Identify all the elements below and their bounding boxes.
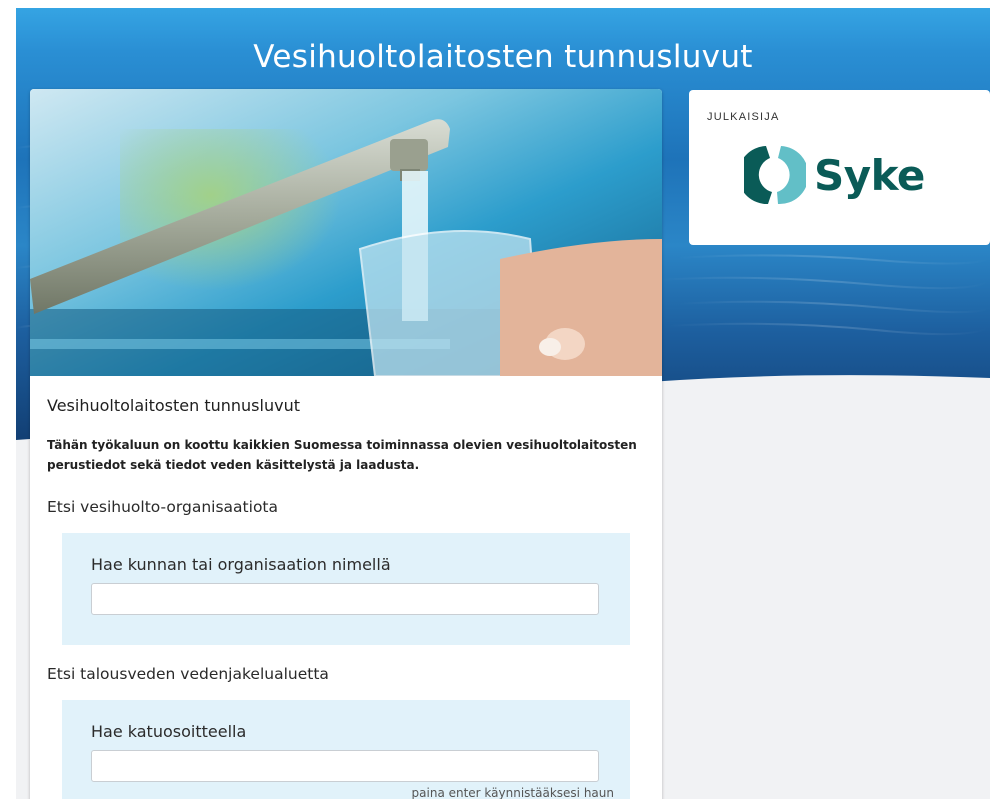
area-search-panel: Hae katuosoitteella paina enter käynnist… [62,700,630,799]
org-search-input[interactable] [91,583,599,615]
card-description: Tähän työkaluun on koottu kaikkien Suome… [47,438,637,472]
hero-photo [30,89,662,376]
page-left-margin [0,0,16,799]
main-card: Vesihuoltolaitosten tunnusluvut Tähän ty… [30,89,662,799]
syke-logo[interactable]: Syke [744,140,925,210]
org-search-panel: Hae kunnan tai organisaation nimellä [62,533,630,645]
page-title: Vesihuoltolaitosten tunnusluvut [253,38,753,75]
publisher-label: JULKAISIJA [707,111,780,123]
search-hint: paina enter käynnistääksesi haun [411,786,614,799]
area-search-label: Hae katuosoitteella [91,722,247,741]
area-search-heading: Etsi talousveden vedenjakelualuetta [47,665,329,683]
org-search-heading: Etsi vesihuolto-organisaatiota [47,498,279,516]
card-title: Vesihuoltolaitosten tunnusluvut [47,396,300,415]
syke-logo-icon [744,146,806,205]
address-search-input[interactable] [91,750,599,782]
page-stage: Vesihuoltolaitosten tunnusluvut Vesihuol… [16,8,990,799]
syke-logo-text: Syke [814,150,925,200]
org-search-label: Hae kunnan tai organisaation nimellä [91,555,391,574]
publisher-box: JULKAISIJA Syke [689,90,990,245]
